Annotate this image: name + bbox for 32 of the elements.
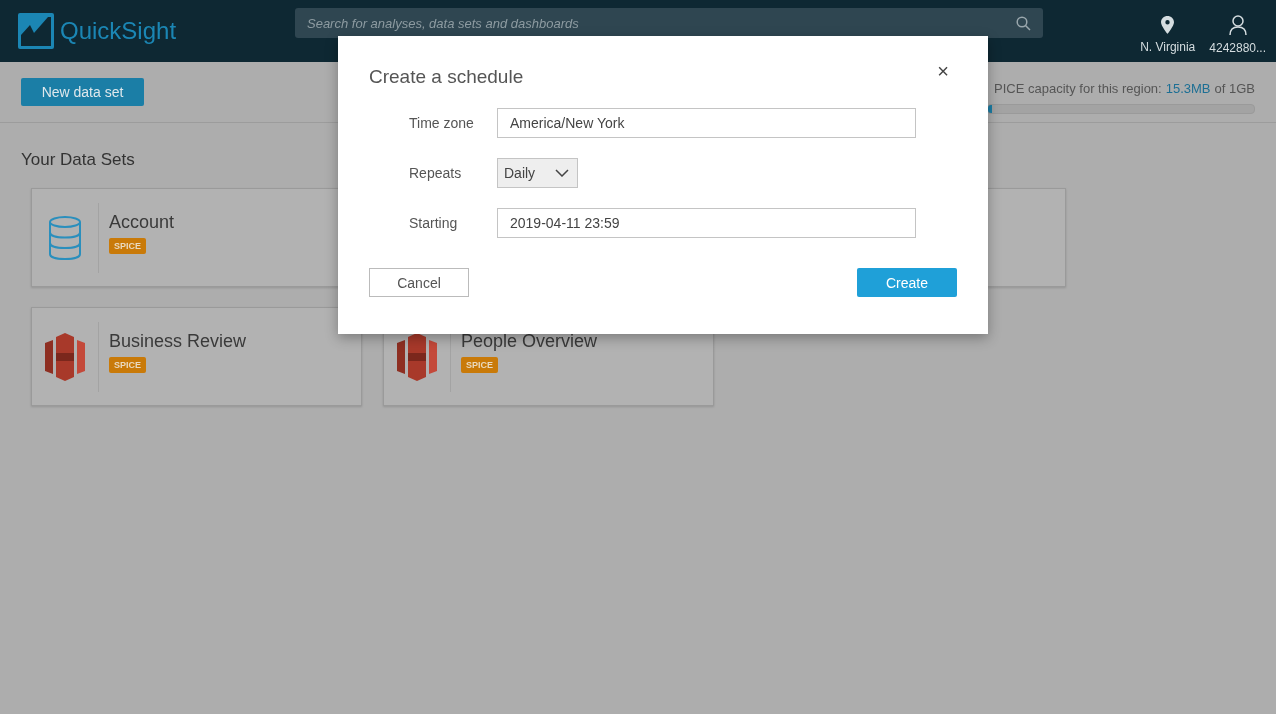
new-data-set-button[interactable]: New data set	[21, 78, 144, 106]
spice-badge: SPICE	[461, 356, 498, 373]
region-label[interactable]: N. Virginia	[1140, 40, 1196, 54]
repeats-dropdown[interactable]: Daily	[497, 158, 578, 188]
section-title: Your Data Sets	[21, 150, 136, 170]
bucket-icon	[397, 332, 437, 381]
app-name: QuickSight	[60, 17, 177, 45]
user-icon[interactable]	[1228, 15, 1247, 35]
chevron-down-icon	[555, 169, 569, 177]
search-field[interactable]: Search for analyses, data sets and dashboards	[295, 8, 1044, 38]
data-set-card[interactable]: Business Review SPICE	[31, 307, 362, 406]
dialog-title: Create a schedule	[369, 66, 524, 88]
spice-badge: SPICE	[109, 356, 146, 373]
close-button[interactable]: ×	[933, 59, 953, 83]
input-field[interactable]: 2019-04-11 23:59	[497, 208, 916, 238]
spice-badge: SPICE	[109, 237, 146, 254]
create-button[interactable]: Create	[857, 268, 957, 297]
bucket-icon	[45, 332, 85, 381]
data-set-name[interactable]: Account	[109, 211, 175, 233]
field-label: Starting	[409, 215, 459, 231]
field-label: Repeats	[409, 165, 463, 181]
data-set-name[interactable]: Business Review	[109, 330, 247, 352]
account-label[interactable]: 4242880...	[1209, 41, 1266, 55]
cancel-button[interactable]: Cancel	[369, 268, 469, 297]
spice-capacity-text: PICE capacity for this region: 15.3MB of 1GB	[994, 80, 1255, 96]
search-icon[interactable]	[1016, 16, 1032, 31]
data-set-name[interactable]: People Overview	[461, 330, 598, 352]
logo-icon	[18, 13, 54, 49]
location-pin-icon[interactable]	[1161, 16, 1175, 34]
field-label: Time zone	[409, 115, 475, 131]
input-field[interactable]: America/New York	[497, 108, 916, 138]
database-icon	[48, 215, 82, 260]
